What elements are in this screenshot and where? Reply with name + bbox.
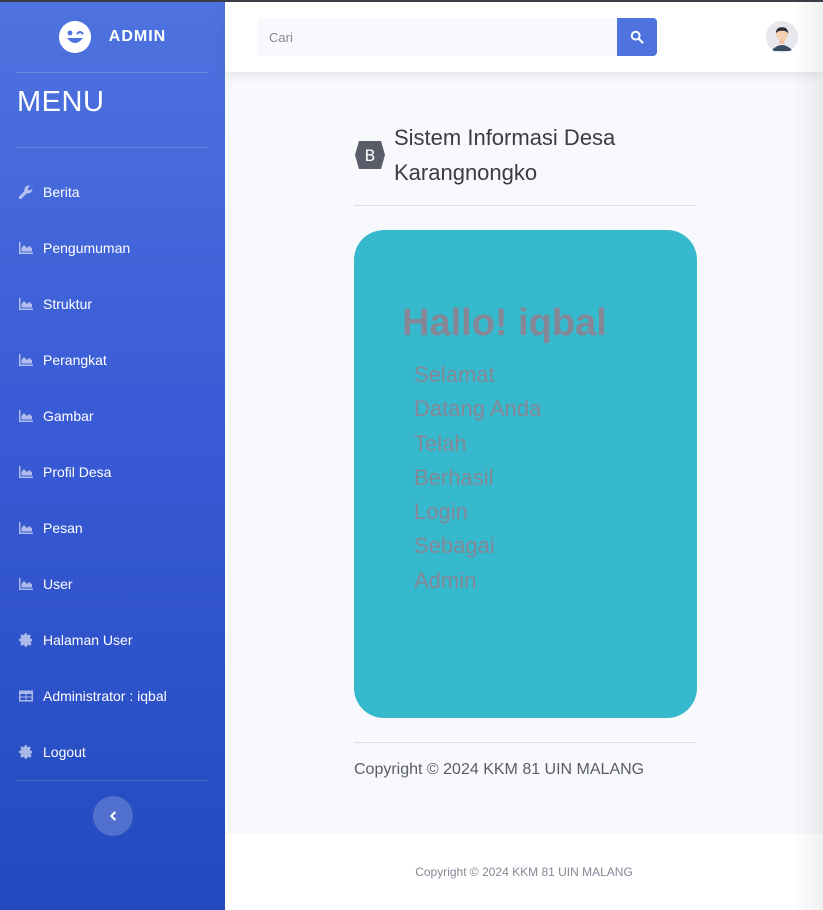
- gear-icon: [19, 745, 32, 759]
- user-avatar-icon: [766, 21, 798, 53]
- header-divider: [354, 205, 697, 206]
- area-chart-icon: [19, 298, 33, 310]
- area-chart-icon: [19, 242, 33, 254]
- sidebar-item-label: Logout: [43, 744, 86, 760]
- message-word: Selamat: [414, 362, 495, 387]
- sidebar: ADMIN MENU Berita Pengumuman Struktur Pe…: [0, 0, 225, 910]
- sidebar-item-profil-desa[interactable]: Profil Desa: [0, 444, 225, 500]
- sidebar-item-halaman-user[interactable]: Halaman User: [0, 612, 225, 668]
- bootstrap-icon: B: [355, 141, 385, 169]
- welcome-message: Selamat Datang Anda Telah Berhasil Login…: [414, 358, 564, 598]
- welcome-card: Hallo! iqbal Selamat Datang Anda Telah B…: [354, 230, 697, 718]
- window-top-border: [0, 0, 823, 2]
- user-avatar[interactable]: [766, 21, 798, 53]
- message-word: Telah: [414, 430, 467, 456]
- brand-name: ADMIN: [108, 28, 167, 45]
- sidebar-item-label: Perangkat: [43, 352, 107, 368]
- chevron-left-icon: [110, 811, 116, 821]
- message-word: Sebagai: [414, 533, 495, 559]
- sidebar-item-label: Halaman User: [43, 632, 133, 648]
- wrench-icon: [18, 185, 33, 199]
- sidebar-item-label: Struktur: [43, 296, 93, 312]
- area-chart-icon: [19, 578, 33, 590]
- sidebar-item-administrator[interactable]: Administrator : iqbal: [0, 668, 225, 724]
- main-copyright: Copyright © 2024 KKM 81 UIN MALANG: [354, 761, 645, 778]
- sidebar-item-label: User: [43, 576, 73, 592]
- message-word: Datang Anda: [414, 396, 542, 422]
- message-word: Login: [414, 499, 468, 525]
- sidebar-item-gambar[interactable]: Gambar: [0, 388, 225, 444]
- area-chart-icon: [19, 466, 33, 478]
- sidebar-nav: Berita Pengumuman Struktur Perangkat Gam…: [0, 164, 225, 780]
- sidebar-brand[interactable]: ADMIN: [0, 2, 225, 72]
- message-word: Berhasil: [414, 464, 494, 490]
- page-title: Sistem Informasi Desa Karangnongko: [394, 120, 615, 190]
- sidebar-item-label: Administrator : iqbal: [43, 688, 167, 704]
- sidebar-toggle-button[interactable]: [93, 796, 133, 836]
- page-header: B Sistem Informasi Desa Karangnongko: [354, 120, 697, 190]
- sidebar-item-label: Profil Desa: [43, 464, 112, 480]
- card-divider: [354, 742, 697, 743]
- table-icon: [19, 690, 33, 702]
- sidebar-item-user[interactable]: User: [0, 556, 225, 612]
- sidebar-divider: [16, 780, 209, 781]
- sidebar-item-label: Pesan: [43, 520, 83, 536]
- menu-heading: MENU: [17, 86, 105, 118]
- sidebar-item-label: Gambar: [43, 408, 94, 424]
- area-chart-icon: [19, 410, 33, 422]
- topbar: [225, 2, 823, 72]
- search-form: [257, 18, 657, 56]
- sidebar-item-label: Pengumuman: [43, 240, 131, 256]
- search-button[interactable]: [617, 18, 657, 56]
- sidebar-divider: [16, 72, 209, 73]
- sidebar-item-pesan[interactable]: Pesan: [0, 500, 225, 556]
- area-chart-icon: [19, 522, 33, 534]
- sidebar-item-berita[interactable]: Berita: [0, 164, 225, 220]
- page-title-line: Sistem Informasi Desa: [394, 125, 616, 150]
- search-icon: [630, 30, 644, 44]
- gear-icon: [19, 633, 32, 647]
- greeting-heading: Hallo! iqbal: [402, 302, 607, 344]
- sidebar-item-pengumuman[interactable]: Pengumuman: [0, 220, 225, 276]
- sidebar-divider: [16, 147, 209, 148]
- area-chart-icon: [19, 354, 33, 366]
- laugh-wink-icon: [58, 21, 91, 53]
- footer-copyright: Copyright © 2024 KKM 81 UIN MALANG: [415, 865, 633, 879]
- page-title-line: Karangnongko: [394, 160, 538, 185]
- sidebar-item-struktur[interactable]: Struktur: [0, 276, 225, 332]
- search-input[interactable]: [257, 18, 617, 56]
- sidebar-item-perangkat[interactable]: Perangkat: [0, 332, 225, 388]
- sidebar-item-logout[interactable]: Logout: [0, 724, 225, 780]
- message-word: Admin: [414, 567, 477, 593]
- svg-text:B: B: [365, 146, 376, 165]
- main-content: B Sistem Informasi Desa Karangnongko Hal…: [225, 72, 823, 834]
- footer: Copyright © 2024 KKM 81 UIN MALANG: [225, 834, 823, 910]
- sidebar-item-label: Berita: [43, 184, 80, 200]
